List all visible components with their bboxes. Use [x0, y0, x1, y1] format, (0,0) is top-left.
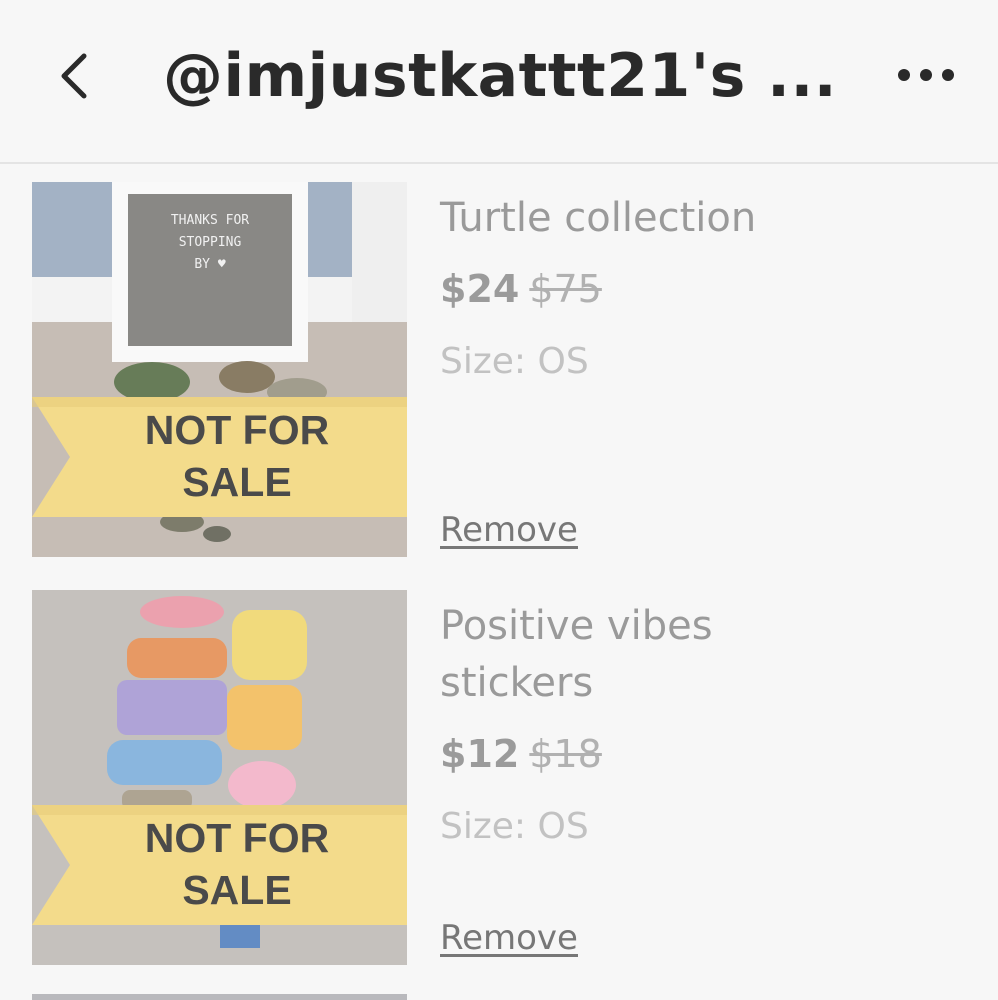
- remove-button[interactable]: Remove: [440, 918, 578, 958]
- list-item: THANKS FOR STOPPING BY ♥ NOT FOR SALE Tu…: [0, 182, 998, 557]
- remove-button[interactable]: Remove: [440, 510, 578, 550]
- ribbon-line-1: NOT FOR: [144, 407, 330, 453]
- original-price: $18: [529, 732, 602, 776]
- current-price: $12: [440, 732, 520, 776]
- item-title[interactable]: Turtle collection: [440, 190, 960, 247]
- chevron-left-icon: [61, 53, 87, 99]
- ribbon-line-2: SALE: [182, 867, 292, 913]
- size-row: Size: OS: [440, 341, 960, 382]
- ribbon-line-1: NOT FOR: [144, 815, 330, 861]
- list-item: NOT FOR SALE Positive vibes stickers $12…: [0, 590, 998, 965]
- size-value: OS: [537, 806, 589, 847]
- price-row: $12 $18: [440, 730, 740, 778]
- item-info: Positive vibes stickers $12 $18 Size: OS: [440, 598, 740, 847]
- svg-text:BY ♥: BY ♥: [194, 257, 225, 272]
- next-item-thumbnail-partial: [32, 994, 407, 1000]
- top-bar: @imjustkattt21's ...: [0, 0, 998, 164]
- current-price: $24: [440, 267, 520, 311]
- item-thumbnail[interactable]: THANKS FOR STOPPING BY ♥ NOT FOR SALE: [32, 182, 407, 557]
- page-title: @imjustkattt21's ...: [163, 41, 838, 111]
- item-thumbnail[interactable]: NOT FOR SALE: [32, 590, 407, 965]
- item-info: Turtle collection $24 $75 Size: OS: [440, 190, 960, 382]
- ribbon-label: NOT FOR SALE: [92, 404, 382, 508]
- more-horizontal-icon: [898, 69, 954, 81]
- ribbon-line-2: SALE: [182, 459, 292, 505]
- size-row: Size: OS: [440, 806, 740, 847]
- original-price: $75: [529, 267, 602, 311]
- more-options-button[interactable]: [890, 60, 962, 90]
- ribbon-label: NOT FOR SALE: [92, 812, 382, 916]
- svg-text:STOPPING: STOPPING: [179, 235, 242, 250]
- price-row: $24 $75: [440, 265, 960, 313]
- svg-text:THANKS FOR: THANKS FOR: [171, 213, 249, 228]
- size-label: Size:: [440, 806, 527, 847]
- item-title[interactable]: Positive vibes stickers: [440, 598, 740, 712]
- back-button[interactable]: [54, 48, 104, 104]
- size-label: Size:: [440, 341, 527, 382]
- size-value: OS: [537, 341, 589, 382]
